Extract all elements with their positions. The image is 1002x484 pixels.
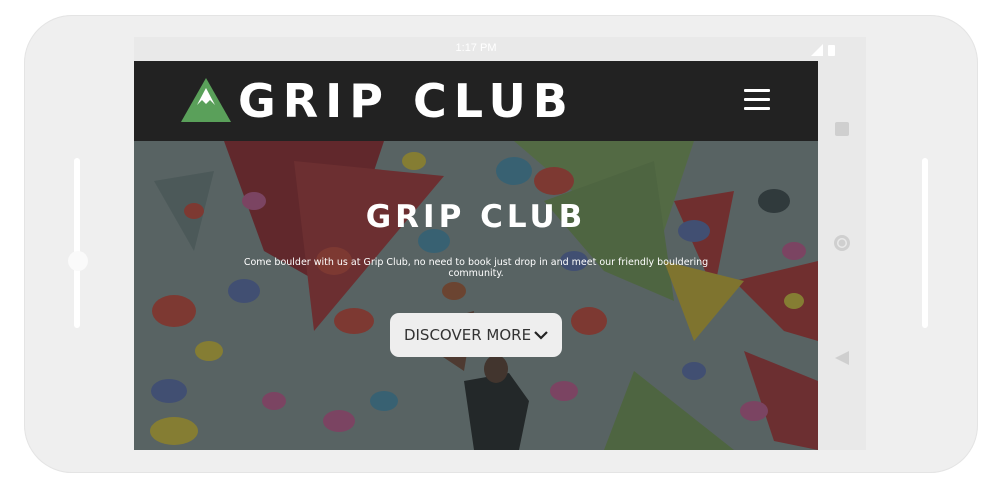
back-button-icon[interactable] [835,351,850,365]
discover-more-button[interactable]: DISCOVER MORE [390,313,562,357]
android-nav-bar [818,37,866,450]
website-viewport: GRIP CLUB GRIP CLUB Come boulder with us… [134,61,818,450]
hero-section: GRIP CLUB Come boulder with us at Grip C… [134,141,818,450]
discover-more-label: DISCOVER MORE [403,326,532,344]
site-header: GRIP CLUB [134,61,818,141]
site-logo-text[interactable]: GRIP CLUB [238,73,575,129]
hero-description: Come boulder with us at Grip Club, no ne… [243,257,709,279]
mountain-logo-icon[interactable] [181,78,231,122]
hero-title: GRIP CLUB [365,199,587,235]
status-time: 1:17 PM [455,42,497,54]
chevron-down-icon [534,331,548,340]
device-sensor [68,251,88,271]
home-button-icon[interactable] [833,234,851,252]
recent-apps-icon[interactable] [834,121,850,137]
hero-overlay [134,141,818,450]
device-edge-right [922,158,928,328]
status-bar: 1:17 PM [134,37,835,61]
device-edge-left [74,158,80,328]
hamburger-menu-icon[interactable] [744,89,770,111]
